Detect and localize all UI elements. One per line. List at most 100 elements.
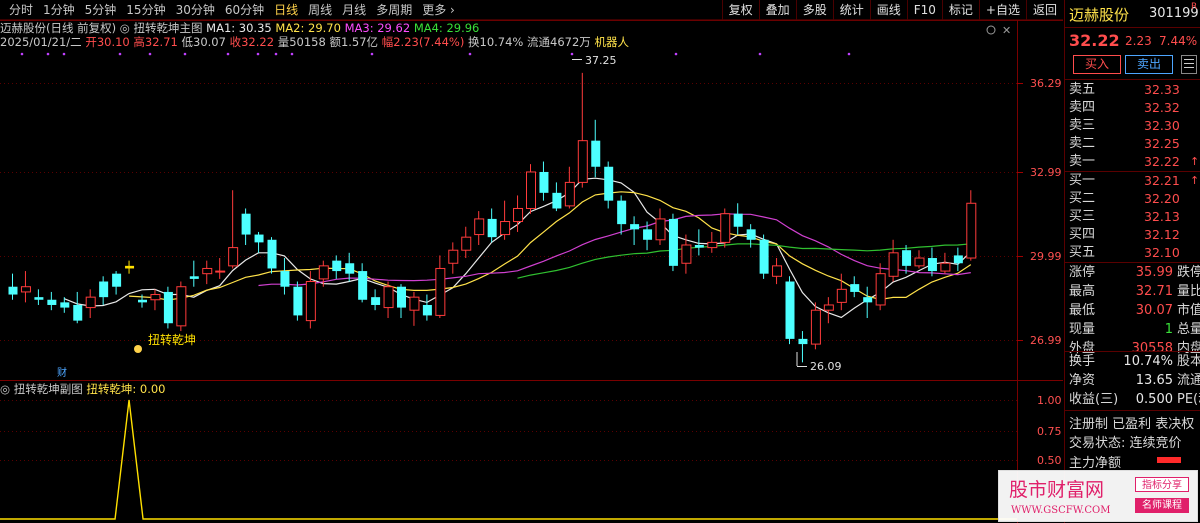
- candle[interactable]: [953, 247, 963, 272]
- candle[interactable]: [564, 166, 575, 209]
- candle[interactable]: [150, 289, 161, 311]
- candle[interactable]: [591, 119, 601, 178]
- candle[interactable]: [914, 250, 925, 269]
- sell-button[interactable]: 卖出: [1125, 55, 1173, 74]
- candle[interactable]: [34, 289, 44, 305]
- candle[interactable]: [720, 208, 731, 248]
- candle[interactable]: [73, 291, 83, 324]
- candle[interactable]: [241, 208, 251, 245]
- candle[interactable]: [254, 231, 264, 253]
- kline-chart[interactable]: 36.29 32.99 29.99 26.99 1.00 0.75 0.50 3…: [0, 0, 1063, 523]
- candle[interactable]: [267, 237, 277, 274]
- tab-period[interactable]: 月线: [337, 2, 371, 18]
- candle[interactable]: [940, 252, 951, 274]
- tab-period[interactable]: 周线: [303, 2, 337, 18]
- mark-button[interactable]: 标记: [941, 0, 979, 20]
- candle[interactable]: [461, 226, 472, 259]
- tab-period[interactable]: 15分钟: [121, 2, 170, 18]
- candle[interactable]: [448, 242, 459, 274]
- collapse-icon[interactable]: ◎: [120, 21, 134, 35]
- stats-button[interactable]: 统计: [832, 0, 870, 20]
- candle[interactable]: [707, 231, 718, 253]
- more-periods-button[interactable]: 更多 ›: [417, 2, 460, 18]
- tab-period[interactable]: 30分钟: [171, 2, 220, 18]
- candle[interactable]: [798, 331, 808, 363]
- candle[interactable]: [371, 289, 381, 311]
- adjust-button[interactable]: 复权: [721, 0, 759, 20]
- robot-link[interactable]: 机器人: [594, 35, 629, 49]
- candle[interactable]: [772, 258, 783, 285]
- sub-indicator-name[interactable]: 扭转乾坤副图: [14, 382, 83, 396]
- candle[interactable]: [20, 271, 31, 303]
- candle[interactable]: [345, 252, 355, 282]
- candle[interactable]: [526, 164, 536, 214]
- f10-button[interactable]: F10: [906, 0, 942, 20]
- candle[interactable]: [863, 286, 873, 319]
- candle[interactable]: [60, 297, 70, 313]
- candle[interactable]: [617, 195, 627, 235]
- menu-icon[interactable]: [1181, 55, 1197, 74]
- candle[interactable]: [668, 213, 678, 272]
- candle[interactable]: [176, 281, 187, 332]
- tab-period[interactable]: 分时: [4, 2, 38, 18]
- candle[interactable]: [927, 247, 937, 277]
- tab-period[interactable]: 1分钟: [38, 2, 80, 18]
- candle[interactable]: [358, 263, 368, 303]
- candle[interactable]: [875, 263, 886, 311]
- candle[interactable]: [332, 255, 342, 279]
- candle[interactable]: [500, 200, 511, 240]
- tab-period[interactable]: 多周期: [371, 2, 417, 18]
- indicator-name[interactable]: 扭转乾坤主图: [134, 21, 203, 35]
- candle[interactable]: [189, 260, 199, 287]
- candle[interactable]: [643, 221, 653, 251]
- draw-line-button[interactable]: 画线: [869, 0, 907, 20]
- candle[interactable]: [8, 273, 18, 300]
- candle[interactable]: [163, 286, 173, 329]
- candle[interactable]: [125, 260, 135, 274]
- candles[interactable]: [8, 72, 977, 363]
- multi-stock-button[interactable]: 多股: [795, 0, 833, 20]
- tab-period[interactable]: 5分钟: [80, 2, 122, 18]
- close-icon[interactable]: ✕: [1002, 24, 1011, 37]
- candle[interactable]: [902, 244, 912, 274]
- settings-icon[interactable]: [986, 25, 996, 35]
- candle[interactable]: [47, 291, 57, 311]
- candle[interactable]: [604, 161, 614, 209]
- candle[interactable]: [823, 297, 834, 324]
- add-watchlist-button[interactable]: +自选: [978, 0, 1026, 20]
- candle[interactable]: [397, 284, 406, 319]
- candle[interactable]: [552, 182, 562, 212]
- candle[interactable]: [409, 291, 420, 326]
- tab-period-active[interactable]: 日线: [269, 2, 303, 18]
- tab-period[interactable]: 60分钟: [220, 2, 269, 18]
- candle[interactable]: [759, 234, 769, 279]
- panel-controls[interactable]: ✕: [986, 24, 1011, 37]
- candle[interactable]: [487, 208, 497, 243]
- candle[interactable]: [539, 161, 549, 201]
- candle[interactable]: [85, 289, 96, 319]
- candle[interactable]: [577, 72, 588, 188]
- candle[interactable]: [966, 190, 977, 261]
- candle[interactable]: [888, 239, 899, 282]
- back-button[interactable]: 返回: [1025, 0, 1063, 20]
- candle[interactable]: [435, 255, 446, 319]
- candle[interactable]: [112, 271, 122, 295]
- candle[interactable]: [228, 190, 239, 269]
- candle[interactable]: [99, 276, 109, 305]
- candle[interactable]: [655, 208, 666, 245]
- candle[interactable]: [630, 216, 640, 245]
- candle[interactable]: [202, 260, 213, 285]
- overlay-button[interactable]: 叠加: [758, 0, 796, 20]
- candle[interactable]: [785, 276, 795, 345]
- candle[interactable]: [810, 302, 821, 350]
- collapse-icon[interactable]: ◎: [0, 382, 14, 396]
- buy-button[interactable]: 买入: [1073, 55, 1121, 74]
- candle[interactable]: [422, 294, 432, 321]
- candle[interactable]: [850, 276, 860, 298]
- candle[interactable]: [474, 211, 485, 245]
- candle[interactable]: [215, 258, 226, 279]
- candle[interactable]: [733, 203, 743, 235]
- candle[interactable]: [293, 281, 303, 321]
- candle[interactable]: [383, 281, 394, 319]
- candle[interactable]: [280, 258, 290, 295]
